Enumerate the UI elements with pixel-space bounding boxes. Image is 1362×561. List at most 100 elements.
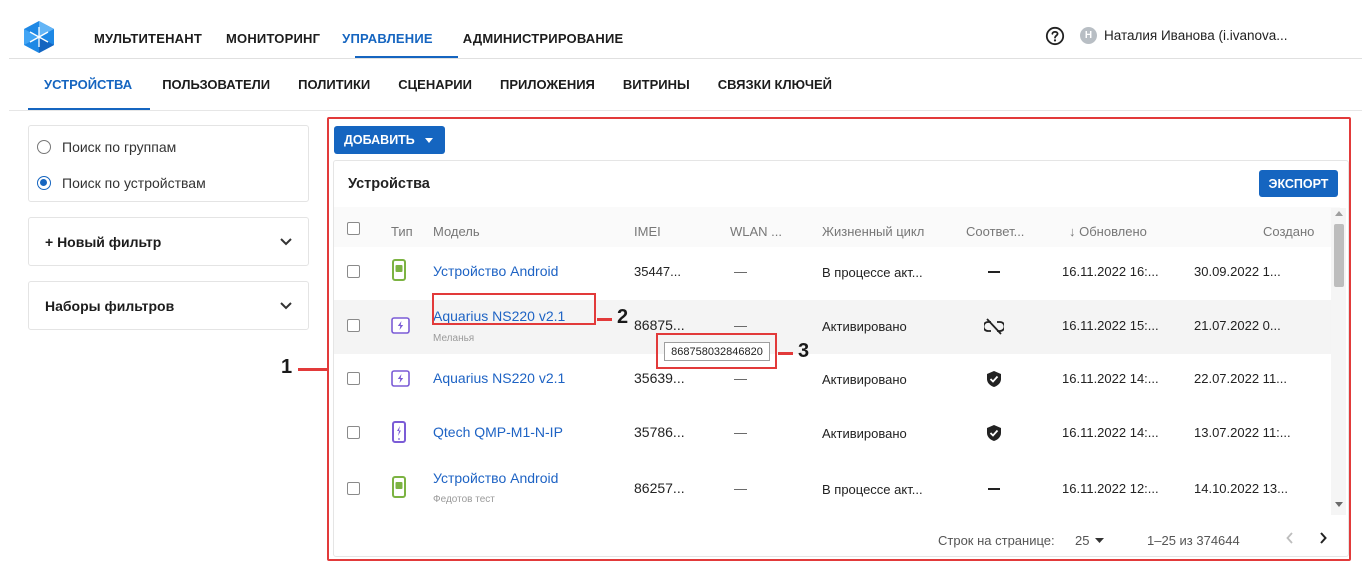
next-page-icon[interactable] xyxy=(1318,531,1328,545)
imei-cell: 86257... xyxy=(634,480,685,496)
android-phone-icon xyxy=(392,476,406,498)
scroll-up-icon[interactable] xyxy=(1334,210,1344,217)
device-model-link[interactable]: Qtech QMP-M1-N-IP xyxy=(433,424,563,440)
imei-cell: 35639... xyxy=(634,370,685,386)
row-checkbox[interactable] xyxy=(347,372,360,385)
new-filter-label: + Новый фильтр xyxy=(45,233,162,250)
avatar[interactable]: Н xyxy=(1080,27,1097,44)
add-button-label: ДОБАВИТЬ xyxy=(344,133,415,147)
radio-label: Поиск по устройствам xyxy=(62,175,206,191)
lifecycle-cell: Активировано xyxy=(822,372,907,387)
tab-applications[interactable]: ПРИЛОЖЕНИЯ xyxy=(500,77,595,92)
column-model[interactable]: Модель xyxy=(433,224,480,239)
annotation-leader-line xyxy=(298,368,327,371)
imei-tooltip: 868758032846820 xyxy=(664,342,770,361)
device-owner: Федотов тест xyxy=(433,494,495,505)
shield-check-icon xyxy=(987,425,1001,441)
caret-down-icon[interactable] xyxy=(1095,538,1104,543)
shield-check-icon xyxy=(987,371,1001,387)
lifecycle-cell: Активировано xyxy=(822,426,907,441)
nav-monitoring[interactable]: МОНИТОРИНГ xyxy=(226,31,320,46)
wlan-cell: — xyxy=(734,264,747,279)
pagination-range: 1–25 из 374644 xyxy=(1147,533,1240,548)
scroll-down-icon[interactable] xyxy=(1334,501,1344,508)
unlinked-icon xyxy=(984,318,1004,335)
compliance-none-dash xyxy=(988,271,1000,273)
tablet-icon xyxy=(391,370,410,387)
new-filter-panel[interactable]: + Новый фильтр xyxy=(28,217,309,266)
android-phone-icon xyxy=(392,259,406,281)
row-checkbox[interactable] xyxy=(347,319,360,332)
caret-down-icon xyxy=(424,137,433,143)
lifecycle-cell: В процессе акт... xyxy=(822,482,923,497)
search-by-devices-option[interactable]: Поиск по устройствам xyxy=(37,175,206,191)
user-name[interactable]: Наталия Иванова (i.ivanova... xyxy=(1104,28,1287,43)
search-mode-card: Поиск по группам Поиск по устройствам xyxy=(28,125,309,202)
tab-showcases[interactable]: ВИТРИНЫ xyxy=(623,77,690,92)
lifecycle-cell: Активировано xyxy=(822,319,907,334)
wlan-cell: — xyxy=(734,425,747,440)
updated-cell: 16.11.2022 14:... xyxy=(1062,425,1159,440)
row-checkbox[interactable] xyxy=(347,265,360,278)
device-owner: Меланья xyxy=(433,333,475,344)
tab-keychains[interactable]: СВЯЗКИ КЛЮЧЕЙ xyxy=(718,77,832,92)
imei-cell: 86875... xyxy=(634,317,685,333)
device-model-link[interactable]: Устройство Android xyxy=(433,470,558,486)
previous-page-icon[interactable] xyxy=(1285,531,1295,545)
column-type[interactable]: Тип xyxy=(391,224,413,239)
column-imei[interactable]: IMEI xyxy=(634,224,661,239)
row-checkbox[interactable] xyxy=(347,482,360,495)
device-model-link[interactable]: Устройство Android xyxy=(433,263,558,279)
column-created[interactable]: Создано xyxy=(1263,224,1314,239)
updated-cell: 16.11.2022 16:... xyxy=(1062,264,1159,279)
tab-devices[interactable]: УСТРОЙСТВА xyxy=(44,77,132,92)
compliance-none-dash xyxy=(988,488,1000,490)
rows-per-page-select[interactable]: 25 xyxy=(1075,533,1089,548)
tab-policies[interactable]: ПОЛИТИКИ xyxy=(298,77,370,92)
filter-sets-label: Наборы фильтров xyxy=(45,297,175,314)
annotation-number-1: 1 xyxy=(281,356,293,378)
filter-sets-panel[interactable]: Наборы фильтров xyxy=(28,281,309,330)
help-icon[interactable] xyxy=(1045,26,1065,46)
radio-label: Поиск по группам xyxy=(62,139,177,155)
imei-cell: 35786... xyxy=(634,424,685,440)
export-button[interactable]: ЭКСПОРТ xyxy=(1259,170,1338,197)
add-button[interactable]: ДОБАВИТЬ xyxy=(334,126,445,154)
app-logo-icon[interactable] xyxy=(24,21,54,53)
chevron-down-icon[interactable] xyxy=(280,237,292,246)
chevron-down-icon[interactable] xyxy=(280,301,292,310)
section-tabs: УСТРОЙСТВА ПОЛЬЗОВАТЕЛИ ПОЛИТИКИ СЦЕНАРИ… xyxy=(44,77,861,92)
scrollbar-thumb[interactable] xyxy=(1334,224,1344,287)
device-model-link[interactable]: Aquarius NS220 v2.1 xyxy=(433,370,565,386)
column-lifecycle[interactable]: Жизненный цикл xyxy=(822,224,924,239)
radio-button-selected[interactable] xyxy=(37,176,51,190)
column-wlan[interactable]: WLAN ... xyxy=(730,224,782,239)
created-cell: 30.09.2022 1... xyxy=(1194,264,1281,279)
row-checkbox[interactable] xyxy=(347,426,360,439)
annotation-number-2: 2 xyxy=(617,306,629,328)
nav-management[interactable]: УПРАВЛЕНИЕ xyxy=(342,31,433,46)
nav-administration[interactable]: АДМИНИСТРИРОВАНИЕ xyxy=(463,31,624,46)
annotation-leader-line xyxy=(778,352,793,355)
wlan-cell: — xyxy=(734,318,747,333)
created-cell: 21.07.2022 0... xyxy=(1194,318,1281,333)
radio-button[interactable] xyxy=(37,140,51,154)
created-cell: 22.07.2022 11... xyxy=(1194,371,1288,386)
select-all-checkbox[interactable] xyxy=(347,222,360,235)
table-title: Устройства xyxy=(348,176,430,192)
imei-cell: 35447... xyxy=(634,264,681,279)
column-updated[interactable]: ↓ Обновлено xyxy=(1069,224,1147,239)
rows-per-page-label: Строк на странице: xyxy=(938,533,1055,548)
wlan-cell: — xyxy=(734,371,747,386)
header-divider xyxy=(9,58,1362,59)
tab-users[interactable]: ПОЛЬЗОВАТЕЛИ xyxy=(162,77,270,92)
tab-scenarios[interactable]: СЦЕНАРИИ xyxy=(398,77,472,92)
column-compliance[interactable]: Соответ... xyxy=(966,224,1024,239)
phone-icon xyxy=(392,421,406,443)
tablet-icon xyxy=(391,317,410,334)
nav-multitenant[interactable]: МУЛЬТИТЕНАНТ xyxy=(94,31,202,46)
annotation-box-model xyxy=(432,293,596,325)
search-by-groups-option[interactable]: Поиск по группам xyxy=(37,139,176,155)
updated-cell: 16.11.2022 15:... xyxy=(1062,318,1159,333)
annotation-number-3: 3 xyxy=(798,340,810,362)
